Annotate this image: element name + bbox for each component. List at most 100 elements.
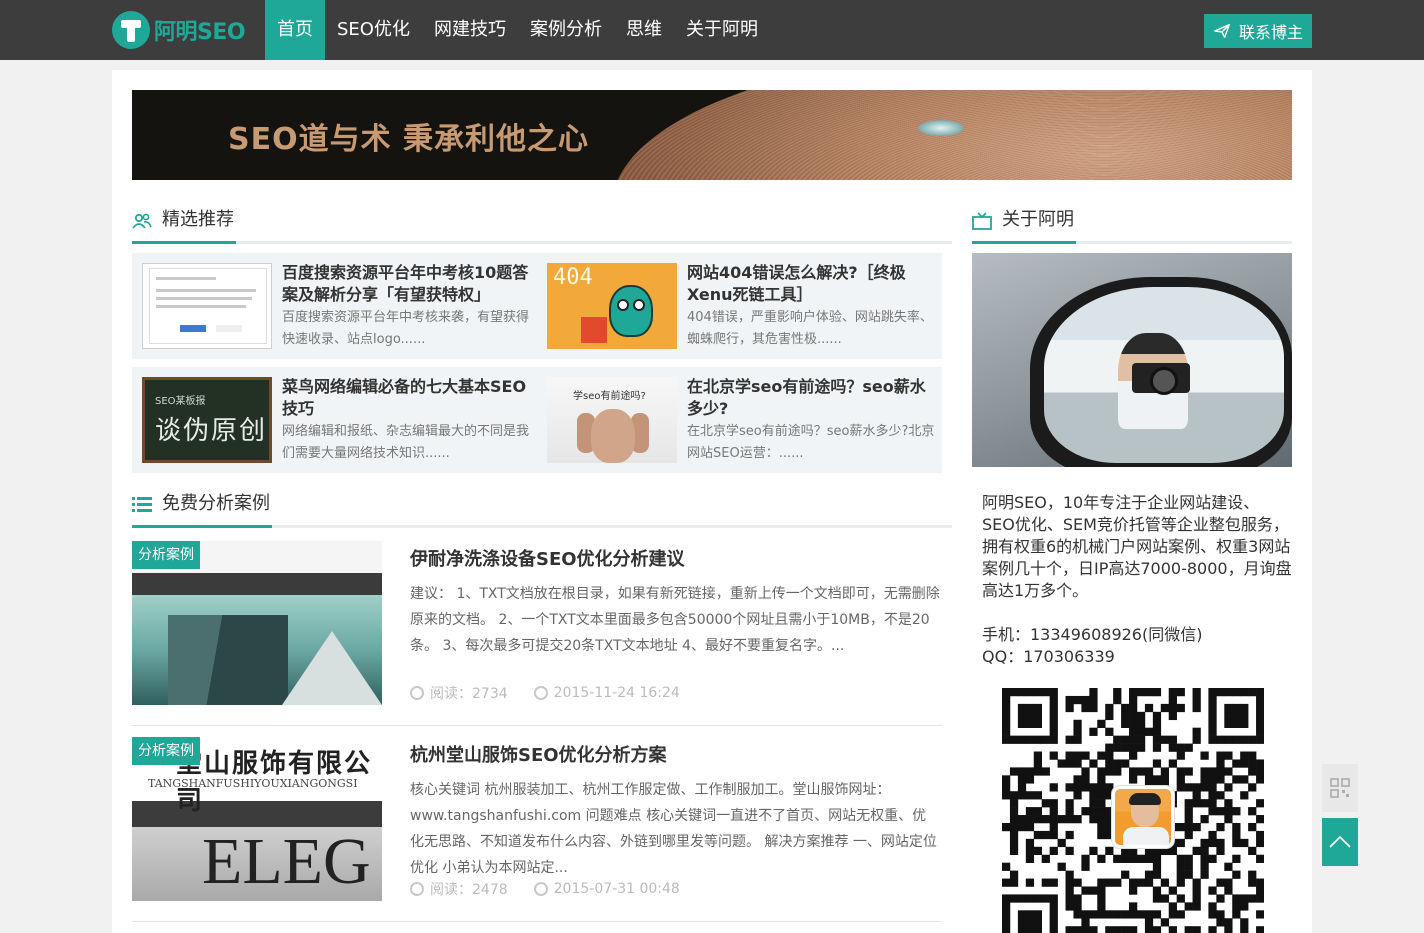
qr-module bbox=[1097, 886, 1106, 895]
qr-module bbox=[1113, 926, 1122, 933]
qr-module bbox=[1129, 926, 1138, 933]
qr-module bbox=[1097, 783, 1106, 792]
thumb-box bbox=[581, 317, 607, 343]
qr-module bbox=[1089, 910, 1098, 919]
qr-module bbox=[1049, 711, 1058, 721]
qr-module bbox=[1256, 759, 1264, 768]
qr-module bbox=[1240, 759, 1249, 768]
qr-module bbox=[1184, 743, 1193, 752]
site-logo[interactable]: 阿明SEO bbox=[112, 10, 246, 50]
back-to-top-button[interactable] bbox=[1322, 818, 1358, 866]
nav-item-home[interactable]: 首页 bbox=[265, 0, 325, 60]
featured-card[interactable]: 学seo有前途吗? 在北京学seo有前途吗？seo薪水多少? 在北京学seo有前… bbox=[537, 367, 942, 473]
case-item[interactable]: 分析案例 伊耐净洗涤设备SEO优化分析建议 建议： 1、TXT文档放在根目录，如… bbox=[132, 541, 942, 726]
logo-text: 阿明SEO bbox=[154, 20, 246, 45]
qr-module bbox=[1097, 910, 1106, 919]
case-item[interactable]: 堂山服饰有限公司 TANGSHANFUSHIYOUXIANGONGSI ELEG… bbox=[132, 737, 942, 922]
qr-module bbox=[1113, 743, 1122, 752]
qr-module bbox=[1136, 743, 1146, 752]
qr-module bbox=[1144, 703, 1154, 713]
qr-module bbox=[1240, 688, 1249, 697]
case-thumb-eleg: ELEG bbox=[202, 825, 371, 898]
qr-module bbox=[1152, 719, 1162, 728]
case-excerpt: 建议： 1、TXT文档放在根目录，如果有新死链接，重新上传一个文档即可，无需删除… bbox=[410, 586, 940, 654]
case-title[interactable]: 伊耐净洗涤设备SEO优化分析建议 bbox=[410, 545, 685, 571]
qr-module bbox=[1033, 711, 1042, 721]
qr-module bbox=[1097, 751, 1106, 760]
featured-title[interactable]: 百度搜索资源平台年中考核10题答案及解析分享「有望获特权」 bbox=[282, 262, 530, 306]
nav-item-webbuild[interactable]: 网建技巧 bbox=[422, 0, 518, 60]
qr-module bbox=[1256, 688, 1264, 697]
qr-module bbox=[1105, 743, 1114, 752]
qr-module bbox=[1009, 815, 1019, 824]
qr-module bbox=[1192, 799, 1201, 808]
floating-qr-button[interactable] bbox=[1322, 764, 1358, 812]
qr-module bbox=[1224, 735, 1233, 744]
thumb-line bbox=[156, 297, 252, 300]
qr-module bbox=[1049, 799, 1058, 808]
qr-module bbox=[1208, 711, 1217, 721]
qr-module bbox=[1176, 703, 1185, 713]
qr-module bbox=[1192, 727, 1201, 736]
qr-module bbox=[1208, 703, 1217, 713]
eye-icon bbox=[410, 882, 424, 896]
featured-title[interactable]: 网站404错误怎么解决?［终极Xenu死链工具］ bbox=[687, 262, 935, 306]
case-divider bbox=[132, 725, 942, 726]
qr-module bbox=[1113, 759, 1122, 768]
qr-module bbox=[1089, 815, 1098, 824]
qr-module bbox=[1049, 822, 1058, 832]
thumb-line bbox=[156, 289, 256, 292]
thumb-face bbox=[591, 409, 635, 463]
qr-module bbox=[1025, 918, 1035, 927]
case-title[interactable]: 杭州堂山服饰SEO优化分析方案 bbox=[410, 741, 667, 767]
qr-module bbox=[1025, 838, 1035, 848]
qr-module bbox=[1121, 926, 1130, 933]
qr-module bbox=[1065, 926, 1074, 933]
qr-module bbox=[1121, 711, 1130, 721]
qr-module bbox=[1208, 830, 1217, 840]
featured-card[interactable]: 404 网站404错误怎么解决?［终极Xenu死链工具］ 404错误，严重影响户… bbox=[537, 253, 942, 359]
qr-module bbox=[1200, 846, 1209, 856]
qr-module bbox=[1025, 815, 1035, 824]
qr-module bbox=[1232, 902, 1241, 911]
qr-module bbox=[1232, 822, 1241, 832]
banner[interactable]: SEO道与术 秉承利他之心 bbox=[132, 90, 1292, 180]
qr-module bbox=[1168, 846, 1177, 856]
paper-plane-icon bbox=[1214, 23, 1230, 39]
qr-module bbox=[1184, 799, 1193, 808]
qr-module bbox=[1200, 854, 1209, 863]
contact-blogger-button[interactable]: 联系博主 bbox=[1204, 14, 1312, 48]
qr-module bbox=[1184, 870, 1193, 879]
qr-module bbox=[1200, 775, 1209, 784]
qr-module bbox=[1113, 735, 1122, 744]
users-icon bbox=[132, 213, 152, 229]
qr-module bbox=[1002, 703, 1011, 713]
case-meta: 阅读：2478 2015-07-31 00:48 bbox=[410, 879, 680, 899]
qr-module bbox=[1081, 854, 1090, 863]
qr-module bbox=[1121, 719, 1130, 728]
qr-module bbox=[1025, 711, 1035, 721]
qr-module bbox=[1144, 727, 1154, 736]
qr-module bbox=[1256, 838, 1264, 848]
featured-title[interactable]: 菜鸟网络编辑必备的七大基本SEO技巧 bbox=[282, 376, 530, 420]
thumb-dialog-graphic bbox=[149, 268, 267, 344]
qr-module bbox=[1041, 815, 1050, 824]
qr-module bbox=[1168, 902, 1177, 911]
about-photo bbox=[972, 253, 1292, 467]
nav-item-cases[interactable]: 案例分析 bbox=[518, 0, 614, 60]
nav-item-thinking[interactable]: 思维 bbox=[614, 0, 674, 60]
qr-module bbox=[1256, 727, 1264, 736]
featured-card[interactable]: 百度搜索资源平台年中考核10题答案及解析分享「有望获特权」 百度搜索资源平台年中… bbox=[132, 253, 537, 359]
qr-module bbox=[1144, 688, 1154, 697]
nav-item-about[interactable]: 关于阿明 bbox=[674, 0, 770, 60]
qr-module bbox=[1089, 759, 1098, 768]
featured-title[interactable]: 在北京学seo有前途吗？seo薪水多少? bbox=[687, 376, 935, 420]
qr-module bbox=[1089, 783, 1098, 792]
qr-module bbox=[1248, 870, 1257, 879]
nav-item-seo[interactable]: SEO优化 bbox=[325, 0, 422, 60]
qr-module bbox=[1097, 719, 1106, 728]
qr-module bbox=[1200, 815, 1209, 824]
qr-module bbox=[1144, 846, 1154, 856]
qr-module bbox=[1081, 775, 1090, 784]
featured-card[interactable]: SEO某板报 谈伪原创 菜鸟网络编辑必备的七大基本SEO技巧 网络编辑和报纸、杂… bbox=[132, 367, 537, 473]
